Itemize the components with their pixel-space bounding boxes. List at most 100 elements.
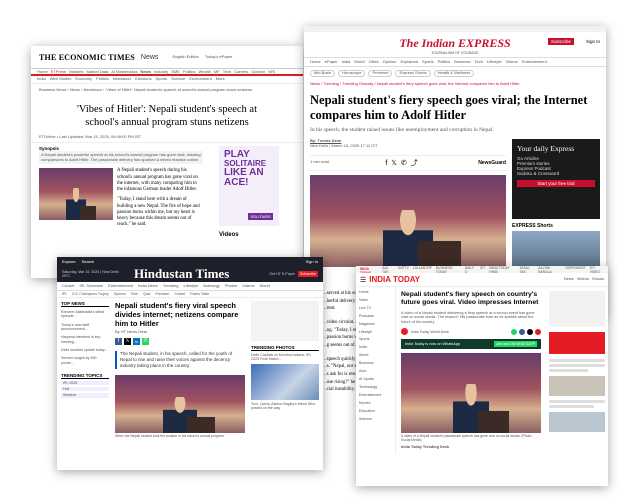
it-menu-item[interactable]: Live TV <box>359 306 392 310</box>
ht-signin[interactable]: Sign In <box>306 259 318 264</box>
ie-nav-item[interactable]: World <box>354 59 364 64</box>
et-nav-item[interactable]: Industry <box>154 69 168 74</box>
et-nav-item[interactable]: NRI <box>268 69 275 74</box>
ht-nav-item[interactable]: Videos <box>242 283 254 288</box>
et-nav-item[interactable]: SME <box>171 69 180 74</box>
it-menu-item[interactable]: India <box>359 345 392 349</box>
et-subnav-item[interactable]: Science <box>171 76 185 82</box>
ht-nav2-item[interactable]: IPL <box>62 292 67 296</box>
it-whatsapp-cta[interactable]: Join now ON WHATSAPP <box>493 341 537 348</box>
it-top-link[interactable]: News <box>564 276 574 282</box>
et-nav-item[interactable]: Politics <box>183 69 196 74</box>
ie-ad-daily-express[interactable]: Your daily Express Go Articles Premium s… <box>512 139 600 220</box>
it-tab[interactable]: ICT VIDEO <box>590 266 604 273</box>
ht-nav2-item[interactable]: ICC Champions Trophy <box>72 292 108 296</box>
et-article-photo[interactable] <box>39 168 113 221</box>
ht-nav2-item[interactable]: Tech <box>131 292 138 296</box>
it-menu-item[interactable]: Auto <box>359 369 392 373</box>
et-ad-solitaire[interactable]: PLAY SOLITAIRE LIKE AN ACE! SOLITAIRE Vi… <box>219 145 279 238</box>
ie-nav-item[interactable]: Entertainment <box>522 59 547 64</box>
it-promo[interactable] <box>549 332 605 354</box>
it-menu-item[interactable]: Science <box>359 417 392 421</box>
et-nav-item[interactable]: MF <box>214 69 220 74</box>
ht-nav-item[interactable]: India News <box>138 283 158 288</box>
ht-side-item[interactable]: Trump's new tariff announcement… <box>61 323 109 332</box>
et-subnav-item[interactable]: Sports <box>155 76 167 82</box>
ie-nav-item[interactable]: Tech <box>475 59 483 64</box>
ht-side-item[interactable]: Delhi weather update today… <box>61 348 109 352</box>
it-menu-item[interactable]: Video <box>359 298 392 302</box>
ie-article-photo[interactable] <box>310 174 506 267</box>
menu-icon[interactable]: ☰ <box>360 276 366 284</box>
ht-nav-item[interactable]: World <box>259 283 269 288</box>
whatsapp-icon[interactable] <box>511 328 517 335</box>
et-nav-item[interactable]: AI Masterclass <box>111 69 137 74</box>
it-whatsapp-banner[interactable]: India Today is now on WhatsApp Join now … <box>401 339 541 350</box>
ht-explore[interactable]: Explore <box>62 259 76 264</box>
ht-trend-item[interactable]: Holi <box>61 387 109 392</box>
it-tab[interactable]: ATAAJ TAK <box>520 266 535 273</box>
it-menu-item[interactable]: Sports <box>359 337 392 341</box>
it-menu-item[interactable]: Technology <box>359 385 392 389</box>
it-tab[interactable]: BUSINESS TODAY <box>436 266 461 273</box>
it-menu-item[interactable]: Entertainment <box>359 393 392 397</box>
et-subnav-item[interactable]: More <box>216 76 225 82</box>
et-nav-item[interactable]: News <box>141 69 151 74</box>
et-nav-item[interactable]: ETPrime <box>51 69 67 74</box>
whatsapp-icon[interactable]: ✆ <box>401 160 411 167</box>
it-footer-author[interactable]: India Today Trending Desk <box>401 445 541 450</box>
et-nav-item[interactable]: Opinion <box>251 69 265 74</box>
et-nav-item[interactable]: Wealth <box>199 69 211 74</box>
et-nav-item[interactable]: Market Data <box>86 69 108 74</box>
x-icon[interactable] <box>527 328 533 335</box>
facebook-icon[interactable]: f <box>115 338 122 346</box>
ie-nav-item[interactable]: India <box>342 59 351 64</box>
ie-pill[interactable]: Premium <box>368 70 393 77</box>
it-menu-item[interactable]: AI Sports <box>359 377 392 381</box>
it-tab[interactable]: AAJTAK BANGLA <box>538 266 561 273</box>
et-subnav-item[interactable]: Environment <box>189 76 211 82</box>
ht-nav2-item[interactable]: Points Table <box>190 292 209 296</box>
et-nav-item[interactable]: Careers <box>234 69 248 74</box>
et-section[interactable]: News <box>141 54 159 61</box>
ie-nav-item[interactable]: Home <box>310 59 321 64</box>
ht-nav2-item[interactable]: Premium <box>155 292 169 296</box>
ht-trend-item[interactable]: Weather <box>61 393 109 398</box>
ie-nav-item[interactable]: Opinion <box>383 59 397 64</box>
ie-newsguard[interactable]: NewsGuard <box>478 160 506 166</box>
et-epaper[interactable]: Today's ePaper <box>205 54 232 60</box>
it-tab[interactable]: NORTHEAST <box>565 266 585 272</box>
ht-photo-item[interactable]: Delhi Capitals vs Mumbai Indians: IPL 20… <box>251 353 319 362</box>
ht-article-photo[interactable] <box>115 375 245 434</box>
ie-nav-item[interactable]: ePaper <box>325 59 338 64</box>
ie-signin-link[interactable]: Sign In <box>586 39 600 44</box>
it-tab[interactable]: DAILY O <box>465 266 476 273</box>
ht-trend-item[interactable]: IPL 2025 <box>61 380 109 386</box>
it-menu-item[interactable]: World <box>359 353 392 357</box>
ht-photo-item[interactable]: Yuvi, Laxmi, Ashton Bagley's friend Who … <box>251 402 319 411</box>
ie-nav-item[interactable]: Politics <box>438 59 451 64</box>
ht-byline[interactable]: By HT News Desk <box>115 330 245 335</box>
et-subnav-item[interactable]: Elections <box>135 76 151 82</box>
ht-side-item[interactable]: Sensex surges by 500 points… <box>61 356 109 365</box>
it-logo[interactable]: INDIA TODAY <box>369 275 420 284</box>
et-edition[interactable]: English Edition <box>172 54 198 60</box>
it-menu-item[interactable]: Podcasts <box>359 314 392 318</box>
ht-nav2-item[interactable]: Opinion <box>114 292 126 296</box>
ht-nav-item[interactable]: Trending <box>163 283 179 288</box>
linkedin-icon[interactable]: in <box>133 338 140 346</box>
it-top-link[interactable]: Shows <box>592 276 604 282</box>
it-tab[interactable]: AAJ TAK <box>382 266 393 273</box>
it-menu-item[interactable]: Home <box>359 290 392 294</box>
facebook-icon[interactable] <box>519 328 525 335</box>
it-menu-item[interactable]: Movies <box>359 401 392 405</box>
it-tab[interactable]: INDIA TODAY HINDI <box>489 266 515 273</box>
ht-photo-thumb[interactable] <box>251 363 319 400</box>
it-tab[interactable]: LALLANTOP <box>413 266 432 272</box>
ie-nav-item[interactable]: Cities <box>369 59 379 64</box>
ht-nav-item[interactable]: Cricket <box>62 283 74 288</box>
et-subnav-item[interactable]: Web Stories <box>50 76 72 82</box>
it-article-photo[interactable] <box>401 353 541 434</box>
it-menu-item[interactable]: Education <box>359 409 392 413</box>
ht-nav-item[interactable]: Astrology <box>203 283 220 288</box>
